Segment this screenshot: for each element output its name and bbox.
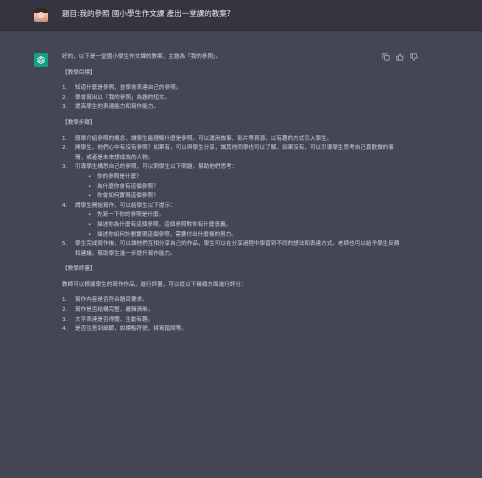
bullet-dot: •: [88, 183, 92, 190]
bullet-dot: •: [88, 193, 92, 200]
assistant-intro: 好的，以下是一堂國小學生作文課的教案，主題為「我的參照」。: [62, 54, 222, 60]
list-number: 1.: [62, 135, 68, 142]
list-number: 4.: [62, 326, 68, 333]
list-item: 2. 學會寫出以「我的參照」為題的短文。: [62, 94, 402, 104]
list-number: 5.: [62, 241, 68, 248]
list-number: 2.: [62, 145, 68, 152]
list-item-text: 寫作是否結構完整，邏輯清晰。: [75, 307, 154, 314]
list-item-text: 文字表達是否得體，生動有趣。: [75, 316, 154, 323]
list-item: 3. 提高學生的表達能力和寫作能力。: [62, 103, 402, 113]
bullet-item: • 你會如何實現這個參照？: [88, 192, 402, 202]
bullet-item: • 描述你為什麼有這個參照，這個參照對你有什麼意義。: [88, 221, 402, 231]
list-number: 2.: [62, 307, 68, 314]
bullet-list: • 先寫一下你的參照是什麼。 • 描述你為什麼有這個參照，這個參照對你有什麼意義。 • 描…: [75, 211, 402, 240]
bullet-text: 你會如何實現這個參照？: [97, 193, 159, 200]
list-number: 1.: [62, 85, 68, 92]
bullet-text: 先寫一下你的參照是什麼。: [97, 212, 165, 219]
list-item: 3. 引導學生構思自己的參照，可以問學生以下問題，幫助他們思考： • 你的參照是什麼？…: [62, 163, 402, 201]
bullet-dot: •: [88, 173, 92, 180]
list-item-text: 簡單介紹參照的概念，讓學生能理解什麼是參照。可以運用故事、影片等資源，以有趣的方…: [75, 135, 333, 142]
section-heading: 【教學步驟】: [62, 119, 96, 126]
list-item-text: 學會寫出以「我的參照」為題的短文。: [75, 94, 171, 101]
list-item: 3. 文字表達是否得體，生動有趣。: [62, 316, 402, 326]
assistant-message-row: 好的，以下是一堂國小學生作文課的教案，主題為「我的參照」。 【教學目標】 1. 知道…: [0, 31, 482, 478]
bullet-list: • 你的參照是什麼？ • 為什麼你會有這個參照？ • 你會如何實現這個參照？: [75, 173, 402, 202]
list-item-text: 請學生開始寫作，可以給學生以下提示：: [75, 202, 176, 209]
list-number: 4.: [62, 202, 68, 209]
list-number: 3.: [62, 316, 68, 323]
user-message-text: 題目:我的參照 國小學生作文課 產出一堂課的教案?: [62, 9, 231, 18]
list-item: 2. 開學生，他們心中有沒有參照？如果有，可以與學生分享，讓其他同學也可以了解。如…: [62, 144, 402, 163]
section-heading: 【教學目標】: [62, 69, 96, 76]
section-intro: 教師可以根據學生的寫作作品，進行評量，可以從以下幾個方面進行評分：: [62, 281, 247, 288]
assistant-message-text: 好的，以下是一堂國小學生作文課的教案，主題為「我的參照」。 【教學目標】 1. 知道…: [62, 53, 402, 335]
list-item: 4. 請學生開始寫作，可以給學生以下提示： • 先寫一下你的參照是什麼。 • 描述你為什麼…: [62, 202, 402, 240]
list-item: 4. 是否注意到細節，如標點符號，拼寫錯誤等。: [62, 325, 402, 335]
list-item: 5. 學生完成寫作後，可以讓他們互相分享自己的作品，學生可以在分享過程中學習到不同…: [62, 240, 402, 259]
bullet-dot: •: [88, 212, 92, 219]
numbered-list: 1. 知道什麼是參照，並學會表達自己的參照。 2. 學會寫出以「我的參照」為題的短文。…: [62, 84, 402, 113]
user-message-row: 題目:我的參照 國小學生作文課 產出一堂課的教案?: [0, 0, 482, 31]
bullet-item: • 先寫一下你的參照是什麼。: [88, 211, 402, 221]
bullet-text: 你的參照是什麼？: [97, 173, 142, 180]
list-item-text: 提高學生的表達能力和寫作能力。: [75, 104, 159, 111]
bullet-dot: •: [88, 221, 92, 228]
list-item-text: 是否注意到細節，如標點符號，拼寫錯誤等。: [75, 326, 187, 333]
list-item-text: 學生完成寫作後，可以讓他們互相分享自己的作品，學生可以在分享過程中學習到不同的想…: [75, 241, 400, 257]
bullet-item: • 為什麼你會有這個參照？: [88, 183, 402, 193]
list-item: 1. 寫作內容是否符合題目要求。: [62, 296, 402, 306]
list-number: 3.: [62, 164, 68, 171]
list-item-text: 寫作內容是否符合題目要求。: [75, 297, 148, 304]
bullet-text: 描述你為什麼有這個參照，這個參照對你有什麼意義。: [97, 221, 232, 228]
user-avatar: [34, 8, 48, 22]
list-number: 3.: [62, 104, 68, 111]
thumbs-down-icon[interactable]: [410, 53, 418, 61]
list-item-text: 知道什麼是參照，並學會表達自己的參照。: [75, 85, 182, 92]
list-number: 1.: [62, 297, 68, 304]
list-item: 2. 寫作是否結構完整，邏輯清晰。: [62, 306, 402, 316]
openai-logo-icon: [34, 53, 48, 67]
list-item: 1. 知道什麼是參照，並學會表達自己的參照。: [62, 84, 402, 94]
bullet-item: • 描述你如何計劃實現這個參照，需要付出什麼樣的努力。: [88, 231, 402, 241]
section-heading: 【教學評量】: [62, 266, 96, 273]
bullet-dot: •: [88, 231, 92, 238]
bullet-item: • 你的參照是什麼？: [88, 173, 402, 183]
numbered-list: 1. 簡單介紹參照的概念，讓學生能理解什麼是參照。可以運用故事、影片等資源，以有趣…: [62, 135, 402, 260]
list-item: 1. 簡單介紹參照的概念，讓學生能理解什麼是參照。可以運用故事、影片等資源，以有趣…: [62, 135, 402, 145]
list-item-text: 開學生，他們心中有沒有參照？如果有，可以與學生分享，讓其他同學也可以了解。如果沒…: [75, 145, 394, 161]
list-number: 2.: [62, 94, 68, 101]
bullet-text: 為什麼你會有這個參照？: [97, 183, 159, 190]
list-item-text: 引導學生構思自己的參照，可以問學生以下問題，幫助他們思考：: [75, 164, 238, 171]
numbered-list: 1. 寫作內容是否符合題目要求。 2. 寫作是否結構完整，邏輯清晰。 3. 文字表達是否得…: [62, 296, 402, 334]
bullet-text: 描述你如何計劃實現這個參照，需要付出什麼樣的努力。: [97, 231, 237, 238]
